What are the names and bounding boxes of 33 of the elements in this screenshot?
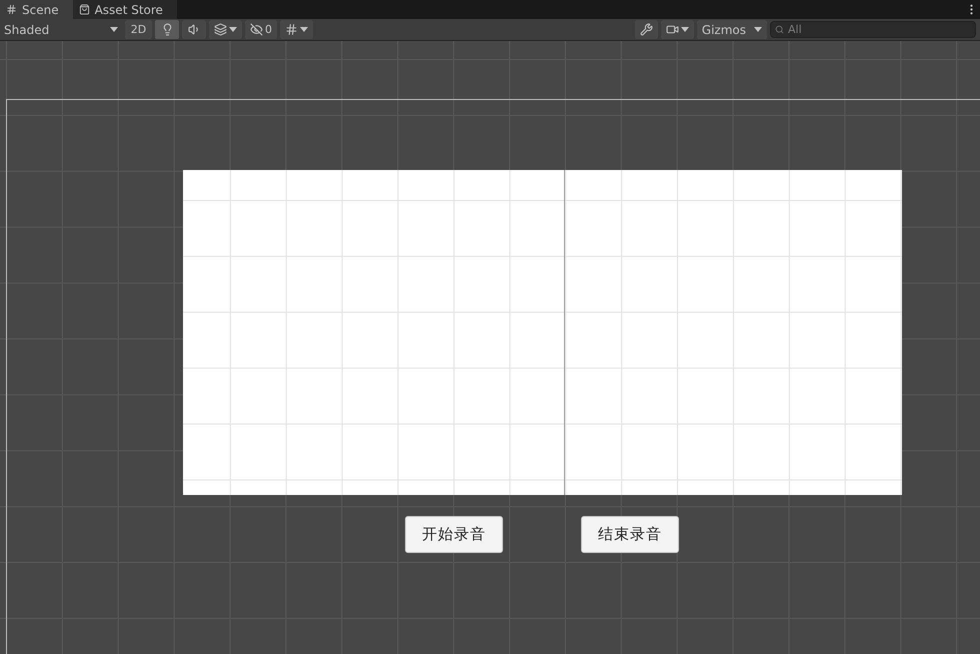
dropdown-arrow-icon[interactable]	[229, 27, 237, 32]
layers-icon	[214, 23, 227, 36]
record-button[interactable]: 开始录音	[405, 516, 503, 553]
bag-icon	[78, 4, 90, 15]
speaker-icon	[188, 23, 200, 36]
light-toggle[interactable]	[155, 20, 179, 39]
search-icon	[775, 25, 784, 34]
search-placeholder: All	[788, 23, 802, 36]
search-field[interactable]: All	[770, 21, 976, 38]
grid-icon	[285, 23, 298, 36]
toggle-button[interactable]: 2D	[125, 20, 152, 39]
wrench-icon	[640, 23, 653, 36]
dropdown-arrow-icon[interactable]	[754, 27, 762, 32]
lightbulb-icon	[160, 23, 174, 36]
camera-icon	[666, 23, 679, 36]
camera-button[interactable]	[660, 20, 694, 39]
hidden-objects-button[interactable]: 0	[245, 20, 277, 39]
dropdown-arrow-icon[interactable]	[110, 27, 118, 32]
gizmos-dropdown[interactable]: Gizmos	[696, 20, 767, 39]
audio-toggle[interactable]	[182, 20, 206, 39]
draw-mode-dropdown[interactable]: Shaded	[0, 20, 122, 39]
record-button[interactable]: 结束录音	[581, 516, 679, 553]
tab[interactable]: Asset Store	[72, 0, 177, 19]
eye-off-icon	[250, 23, 263, 36]
effects-toggle[interactable]	[209, 20, 242, 39]
tab[interactable]: Scene	[0, 0, 73, 19]
grid-icon	[6, 4, 17, 15]
dropdown-arrow-icon[interactable]	[300, 27, 308, 32]
grid-button[interactable]	[280, 20, 313, 39]
tools-button[interactable]	[634, 20, 658, 39]
tab-label: Asset Store	[94, 2, 163, 16]
tab-label: Scene	[22, 2, 59, 16]
dropdown-arrow-icon[interactable]	[680, 27, 689, 32]
